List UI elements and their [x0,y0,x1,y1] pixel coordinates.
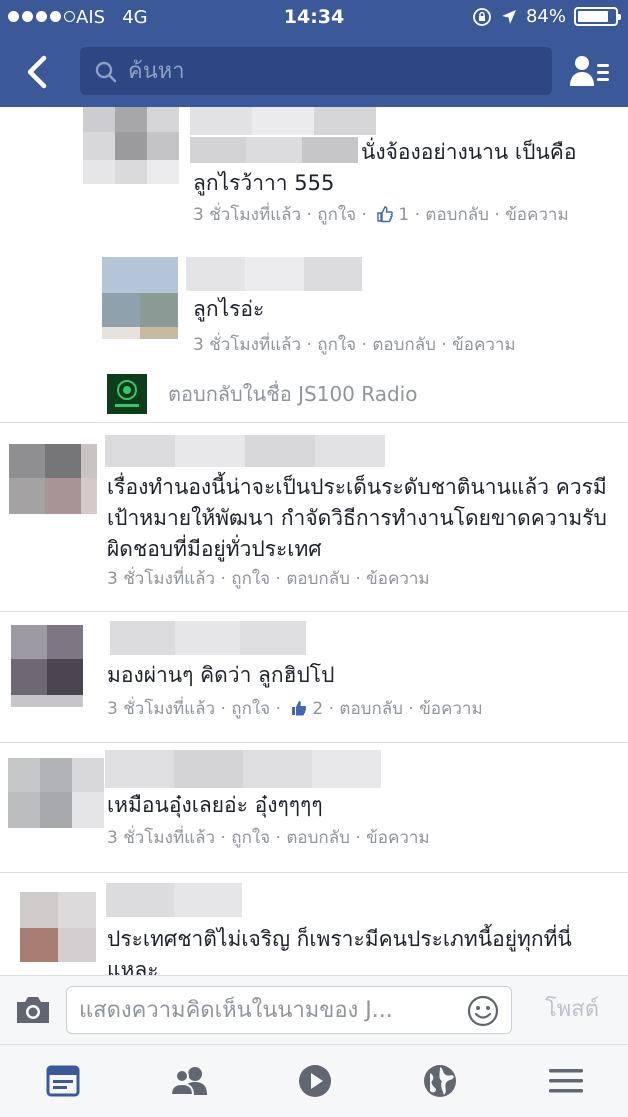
like-thumb-icon [292,701,307,716]
comment-input[interactable] [79,987,459,1033]
like-count: 2 [312,699,324,719]
reply-as-label[interactable]: ตอบกลับในชื่อ JS100 Radio [168,381,417,408]
like-thumb-icon [377,206,394,223]
like-link[interactable]: ถูกใจ [317,335,356,355]
reply-link[interactable]: ตอบกลับ [425,205,489,225]
reply-link[interactable]: ตอบกลับ [286,569,350,589]
comment-text: นั่งจ้องอย่างนาน เป็นคือ ลูกไรว้าาา 555 [193,140,577,195]
page-avatar-icon [107,374,147,414]
divider [0,422,628,423]
friends-icon [169,1067,207,1096]
like-link[interactable]: ถูกใจ [231,828,270,848]
comment-meta: 3 ชั่วโมงที่แล้ว · ถูกใจ · 1 · ตอบกลับ ·… [193,205,569,225]
divider [0,742,628,743]
like-link[interactable]: ถูกใจ [317,205,356,225]
tab-watch[interactable] [252,1045,377,1117]
emoji-icon[interactable] [467,995,499,1027]
avatar[interactable] [20,892,96,962]
comments-feed[interactable]: นั่งจ้องอย่างนาน เป็นคือ ลูกไรว้าาา 555 … [0,107,628,975]
play-icon [298,1065,331,1097]
comment-time: 3 ชั่วโมงที่แล้ว [193,335,302,355]
comment-time: 3 ชั่วโมงที่แล้ว [193,205,302,225]
tab-news-feed[interactable] [0,1045,125,1117]
commenter-name[interactable] [110,621,306,655]
globe-icon [423,1065,456,1097]
orientation-lock-icon [473,7,491,26]
commenter-name[interactable] [105,750,381,788]
search-icon [95,61,117,83]
status-bar: AIS 4G 14:34 84% [0,0,628,36]
like-link[interactable]: ถูกใจ [231,569,270,589]
search-bar[interactable] [80,47,552,95]
reply-link[interactable]: ตอบกลับ [286,828,350,848]
message-link[interactable]: ข้อความ [366,828,430,848]
battery-icon [574,7,621,26]
nav-row [0,44,628,100]
comment-composer: โพสต์ [0,975,628,1045]
commenter-name[interactable] [190,107,376,135]
comment-text: ประเทศชาติไม่เจริญ ก็เพราะมีคนประเภทนี้อ… [107,927,572,975]
comment-meta: 3 ชั่วโมงที่แล้ว · ถูกใจ · ตอบกลับ · ข้อ… [107,569,430,589]
message-link[interactable]: ข้อความ [366,569,430,589]
reply-link[interactable]: ตอบกลับ [339,699,403,719]
comment-meta: 3 ชั่วโมงที่แล้ว · ถูกใจ · 2 · ตอบกลับ ·… [107,699,483,719]
top-bar: AIS 4G 14:34 84% [0,0,628,107]
back-arrow-icon[interactable] [18,50,58,94]
avatar[interactable] [11,625,83,707]
message-link[interactable]: ข้อความ [419,699,483,719]
avatar[interactable] [83,107,179,188]
avatar[interactable] [8,758,104,828]
commenter-name[interactable] [105,435,385,467]
comment-text: เรื่องทำนองนี้น่าจะเป็นประเด็นระดับชาติน… [107,475,607,561]
friend-requests-icon[interactable] [568,52,612,92]
message-link[interactable]: ข้อความ [452,335,516,355]
avatar[interactable] [9,444,97,514]
tab-friends[interactable] [126,1045,251,1117]
location-arrow-icon [501,9,516,24]
comment-meta: 3 ชั่วโมงที่แล้ว · ถูกใจ · ตอบกลับ · ข้อ… [107,828,430,848]
divider [0,872,628,873]
divider [0,611,628,612]
avatar[interactable] [102,257,178,339]
comment-box[interactable] [66,986,512,1034]
commenter-name[interactable] [186,257,362,291]
comment-text: เหมือนอุ๋งเลยอ่ะ อุ๋งๆๆๆๆ [107,793,323,817]
menu-icon [548,1069,583,1093]
comment-text: ลูกไรอ่ะ [193,297,265,321]
tab-bar [0,1045,628,1117]
search-input[interactable] [128,47,538,95]
like-count: 1 [398,205,410,225]
comment-text: มองผ่านๆ คิดว่า ลูกฮิปโป [107,663,335,687]
tab-menu[interactable] [503,1045,628,1117]
comment-meta: 3 ชั่วโมงที่แล้ว · ถูกใจ · ตอบกลับ · ข้อ… [193,335,516,355]
camera-icon[interactable] [14,994,52,1026]
status-icons: 84% [472,6,621,27]
comment-time: 3 ชั่วโมงที่แล้ว [107,569,216,589]
comment-time: 3 ชั่วโมงที่แล้ว [107,828,216,848]
like-link[interactable]: ถูกใจ [231,699,270,719]
commenter-name[interactable] [106,883,242,917]
post-button[interactable]: โพสต์ [524,992,620,1028]
comment-time: 3 ชั่วโมงที่แล้ว [107,699,216,719]
message-link[interactable]: ข้อความ [505,205,569,225]
tab-notifications[interactable] [377,1045,502,1117]
news-feed-icon [46,1065,79,1097]
battery-percent: 84% [525,6,566,27]
reply-link[interactable]: ตอบกลับ [372,335,436,355]
